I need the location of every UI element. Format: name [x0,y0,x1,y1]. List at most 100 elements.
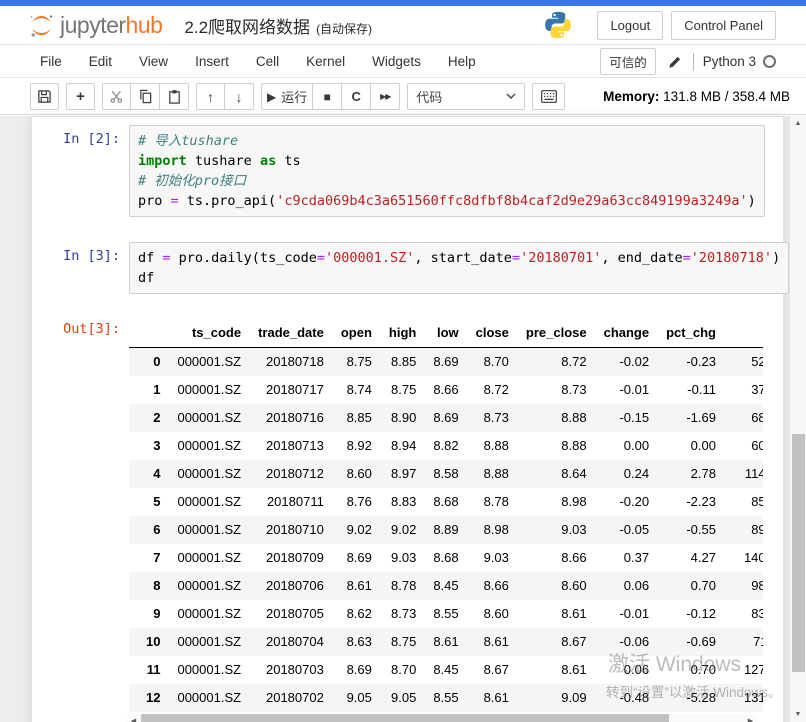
df-cell: 000001.SZ [160,460,241,488]
df-header-cell: open [324,319,372,348]
df-cell: 8.82 [416,432,458,460]
cut-cell-button[interactable] [102,83,131,110]
input-prompt: In [2]: [32,125,129,217]
jupyterhub-logo[interactable]: jupyterhub [28,12,162,39]
df-cell: 1274838.57 [716,656,763,684]
edit-pencil-icon [668,55,682,69]
toolbar: + ↑ ↓ ▶ 运行 ■ C ▶▶ 代码 [0,79,806,115]
df-cell: 8.64 [509,460,587,488]
scroll-left-arrow-icon[interactable]: ◀ [127,714,140,722]
df-header-cell: close [459,319,509,348]
df-cell: 8.70 [372,656,416,684]
df-cell: 9.02 [372,516,416,544]
table-row: 1000001.SZ201807178.748.758.668.728.73-0… [129,376,763,404]
add-cell-button[interactable]: + [66,83,95,110]
df-cell: 8.60 [324,460,372,488]
df-cell: 375356.33 [716,376,763,404]
table-row: 3000001.SZ201807138.928.948.828.888.880.… [129,432,763,460]
keyboard-icon [541,90,557,103]
df-cell: 525152.77 [716,348,763,377]
copy-cell-button[interactable] [131,83,160,110]
menu-item-help[interactable]: Help [448,54,476,69]
df-header-cell: low [416,319,458,348]
df-cell: 8.68 [416,544,458,572]
menu-item-view[interactable]: View [139,54,168,69]
scroll-down-arrow-icon[interactable]: ▼ [790,707,806,722]
df-index-cell: 0 [129,348,160,377]
df-cell: 9.09 [509,684,587,712]
save-button[interactable] [30,83,59,110]
page-vertical-scrollbar[interactable]: ▲ ▼ [789,116,806,722]
df-index-cell: 9 [129,600,160,628]
code-cell[interactable]: In [3]: df = pro.daily(ts_code='000001.S… [32,242,763,294]
code-cell[interactable]: In [2]: # 导入tushareimport tushare as ts#… [32,125,763,217]
df-cell: 711153.37 [716,628,763,656]
scroll-up-arrow-icon[interactable]: ▲ [790,116,806,131]
df-cell: 8.67 [509,628,587,656]
df-cell: 8.94 [372,432,416,460]
df-cell: 8.98 [459,516,509,544]
df-cell: 20180702 [241,684,324,712]
df-index-cell: 11 [129,656,160,684]
fast-forward-icon: ▶▶ [380,93,390,101]
notebook-title[interactable]: 2.2爬取网络数据 [184,13,310,38]
move-cell-up-button[interactable]: ↑ [196,83,225,110]
df-cell: -2.23 [649,488,716,516]
menu-item-kernel[interactable]: Kernel [306,54,345,69]
df-header-cell: pre_close [509,319,587,348]
command-palette-button[interactable] [532,83,565,110]
df-cell: 000001.SZ [160,656,241,684]
divider [693,53,694,71]
df-cell: 8.83 [372,488,416,516]
menu-item-insert[interactable]: Insert [195,54,229,69]
df-cell: 20180717 [241,376,324,404]
code-input-area[interactable]: df = pro.daily(ts_code='000001.SZ', star… [129,242,789,294]
df-cell: 20180711 [241,488,324,516]
table-row: 12000001.SZ201807029.059.058.558.619.09-… [129,684,763,712]
scroll-right-arrow-icon[interactable]: ▶ [744,714,757,722]
run-cell-button[interactable]: ▶ 运行 [261,83,313,110]
df-cell: 8.60 [509,572,587,600]
df-cell: 0.70 [649,656,716,684]
menu-item-widgets[interactable]: Widgets [372,54,421,69]
df-cell: 8.88 [459,460,509,488]
df-cell: 20180709 [241,544,324,572]
df-cell: 8.76 [324,488,372,516]
memory-usage: Memory: 131.8 MB / 358.4 MB [603,89,790,104]
df-cell: -0.06 [587,628,650,656]
df-cell: 8.75 [324,348,372,377]
trusted-badge[interactable]: 可信的 [600,48,656,75]
chevron-down-icon [506,93,516,100]
control-panel-button[interactable]: Control Panel [671,11,776,40]
df-cell: 20180706 [241,572,324,600]
jupyterhub-wordmark: jupyterhub [60,12,162,39]
menu-item-edit[interactable]: Edit [89,54,112,69]
horizontal-scrollbar-thumb[interactable] [141,714,669,722]
df-index-cell: 6 [129,516,160,544]
menu-item-file[interactable]: File [40,54,62,69]
df-cell: 8.74 [324,376,372,404]
input-prompt: In [3]: [32,242,129,294]
restart-kernel-button[interactable]: C [342,83,371,110]
df-cell: 689845.58 [716,404,763,432]
df-cell: 0.00 [587,432,650,460]
move-cell-down-button[interactable]: ↓ [225,83,254,110]
menu-item-cell[interactable]: Cell [256,54,279,69]
notebook-container: In [2]: # 导入tushareimport tushare as ts#… [31,116,784,722]
python-logo [543,10,573,40]
paste-cell-button[interactable] [160,83,189,110]
cell-type-dropdown[interactable]: 代码 [407,83,525,110]
logout-button[interactable]: Logout [597,11,663,40]
df-cell: 9.02 [324,516,372,544]
code-input-area[interactable]: # 导入tushareimport tushare as ts# 初始化pro接… [129,125,765,217]
output-horizontal-scrollbar[interactable]: ◀ ▶ [127,714,757,722]
interrupt-kernel-button[interactable]: ■ [313,83,342,110]
df-cell: 8.69 [324,656,372,684]
vertical-scrollbar-thumb[interactable] [792,434,805,672]
df-cell: 20180705 [241,600,324,628]
restart-run-all-button[interactable]: ▶▶ [371,83,400,110]
df-header-cell: pct_chg [649,319,716,348]
df-cell: 9.03 [509,516,587,544]
df-cell: 835768.77 [716,600,763,628]
df-index-cell: 3 [129,432,160,460]
